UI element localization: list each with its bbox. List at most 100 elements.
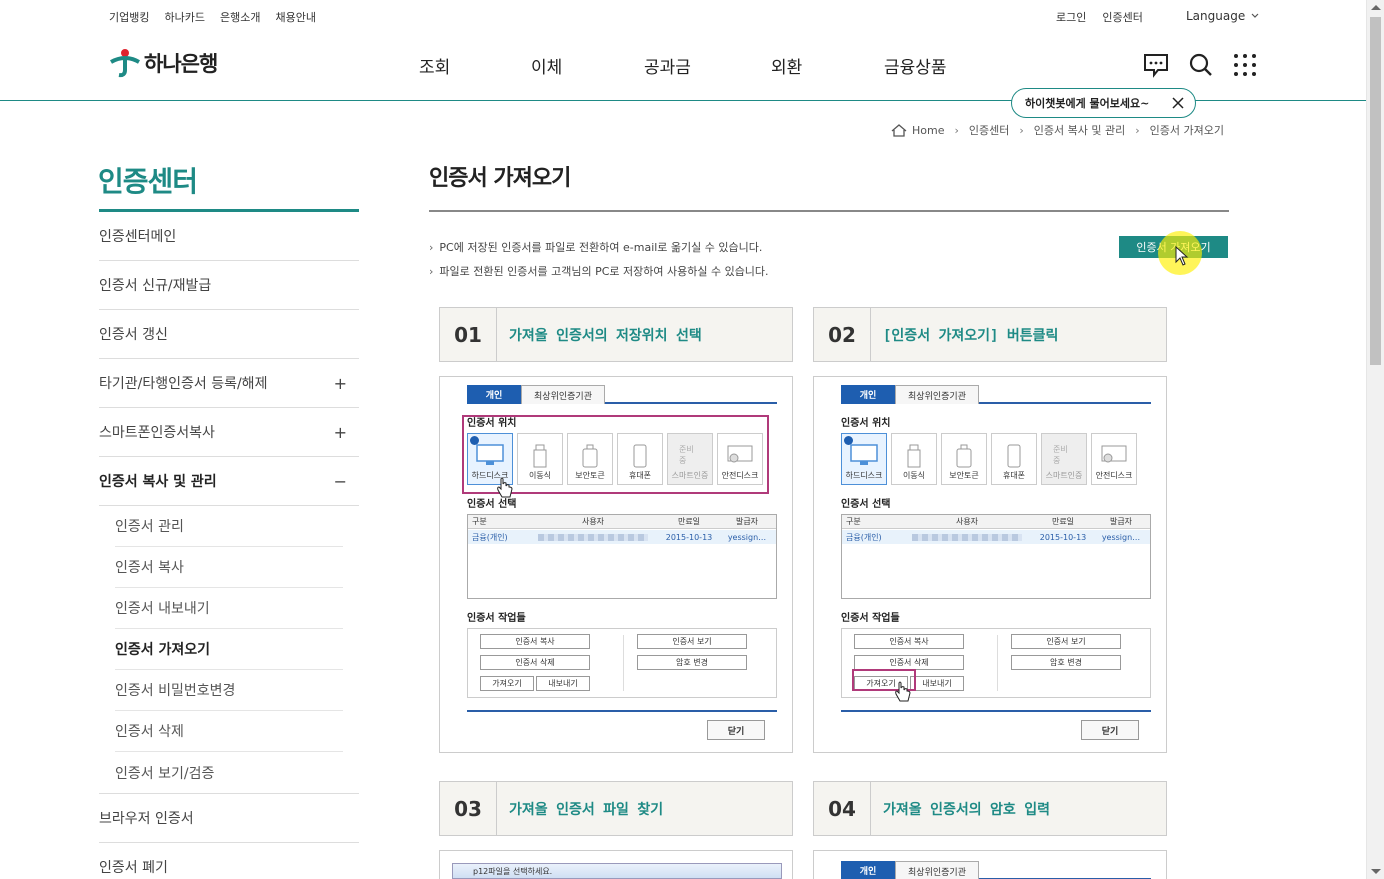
loc-label: 안전디스크 xyxy=(1095,471,1133,480)
chatbot-icon[interactable] xyxy=(1143,52,1169,78)
language-label: Language xyxy=(1186,9,1246,23)
chatbot-tooltip[interactable]: 하이챗봇에게 물어보세요~ xyxy=(1011,88,1196,118)
link-bank-intro[interactable]: 은행소개 xyxy=(220,9,260,25)
op-label: 내보내기 xyxy=(548,679,578,688)
nav-utility-bills[interactable]: 공과금 xyxy=(644,53,691,78)
sidebar-subitem[interactable]: 인증서 비밀번호변경 xyxy=(115,670,343,711)
location-row: 하드디스크 이동식 보안토큰 휴대폰 준비중 스마트인증 안전디스크 xyxy=(841,433,1151,485)
sidebar-subitem[interactable]: 인증서 관리 xyxy=(115,506,343,547)
link-hana-card[interactable]: 하나카드 xyxy=(164,9,204,25)
mock-bottom-line xyxy=(467,710,777,712)
sidebar-item-browser-cert[interactable]: 브라우저 인증서 xyxy=(99,794,359,843)
sidebar-item-label: 스마트폰인증서복사 xyxy=(99,425,215,441)
cell-user-blurred xyxy=(528,533,658,542)
op-password: 암호 변경 xyxy=(1011,655,1121,670)
sidebar-subitem[interactable]: 인증서 복사 xyxy=(115,547,343,588)
home-icon[interactable] xyxy=(891,123,907,137)
op-label: 암호 변경 xyxy=(1050,658,1082,667)
link-corporate-banking[interactable]: 기업뱅킹 xyxy=(109,9,149,25)
col-expiry: 만료일 xyxy=(1051,517,1075,526)
expand-icon: + xyxy=(333,373,347,393)
scroll-down-arrow-icon[interactable] xyxy=(1371,869,1381,874)
mock-bottom-line xyxy=(841,710,1151,712)
step-text: 가져올 인증서의 저장위치 선택 xyxy=(509,327,702,344)
col-user: 사용자 xyxy=(581,517,605,526)
cell-user-blurred xyxy=(902,533,1032,542)
sidebar-subitem[interactable]: 인증서 보기/검증 xyxy=(115,752,343,793)
breadcrumb-copy-manage[interactable]: 인증서 복사 및 관리 xyxy=(1034,122,1125,138)
cert-table-header: 구분 사용자 만료일 발급자 xyxy=(468,515,776,529)
sidebar-item-copy-manage[interactable]: 인증서 복사 및 관리 − xyxy=(99,457,359,506)
cert-row: 금융(개인) 2015-10-13 yessign… xyxy=(842,530,1150,544)
sidebar-title: 인증센터 xyxy=(98,165,198,198)
sidebar-item-label: 인증센터메인 xyxy=(99,229,177,245)
scroll-thumb[interactable] xyxy=(1370,17,1381,365)
nav-foreign-exchange[interactable]: 외환 xyxy=(771,53,802,78)
step-text: 가져올 인증서의 암호 입력 xyxy=(883,801,1050,818)
step-image-01: 개인 최상위인증기관 인증서 위치 하드디스크 이동식 보안토큰 휴대폰 준비중… xyxy=(439,376,793,753)
sidebar-subitem[interactable]: 인증서 삭제 xyxy=(115,711,343,752)
phone-icon xyxy=(1007,444,1021,468)
close-icon[interactable] xyxy=(1171,96,1185,110)
vertical-scrollbar[interactable] xyxy=(1366,0,1384,879)
step-image-04: 개인 최상위인증기관 xyxy=(813,850,1167,879)
sidebar-item-cert-renew[interactable]: 인증서 갱신 xyxy=(99,310,359,359)
breadcrumb-home[interactable]: Home xyxy=(912,124,944,137)
breadcrumb-cert-center[interactable]: 인증센터 xyxy=(969,122,1009,138)
link-recruit[interactable]: 채용안내 xyxy=(275,9,315,25)
mouse-pointer-icon xyxy=(1175,246,1189,266)
tab-root-ca: 최상위인증기관 xyxy=(521,385,605,404)
sidebar-item-label: 인증서 신규/재발급 xyxy=(99,278,212,294)
section-ops: 인증서 작업들 xyxy=(841,613,900,624)
sidebar-subitem[interactable]: 인증서 내보내기 xyxy=(115,588,343,629)
col-issuer: 발급자 xyxy=(1109,517,1133,526)
sidebar-item-label: 인증서 폐기 xyxy=(99,860,168,876)
sidebar-item-other-cert[interactable]: 타기관/타행인증서 등록/해제 + xyxy=(99,359,359,408)
tab-root-ca: 최상위인증기관 xyxy=(895,385,979,404)
cell-issuer: yessign… xyxy=(1101,532,1141,542)
loc-smart-cert: 준비중 스마트인증 xyxy=(1041,433,1087,485)
nav-financial-products[interactable]: 금융상품 xyxy=(884,53,947,78)
cert-table: 구분 사용자 만료일 발급자 금융(개인) 2015-10-13 yessign… xyxy=(841,514,1151,599)
op-import: 가져오기 xyxy=(480,676,534,691)
cert-row: 금융(개인) 2015-10-13 yessign… xyxy=(468,530,776,544)
loc-label: 스마트인증 xyxy=(1045,471,1083,480)
op-label: 암호 변경 xyxy=(676,658,708,667)
sidebar-item-cert-revoke[interactable]: 인증서 폐기 xyxy=(99,843,359,879)
hana-logo-icon xyxy=(110,49,140,78)
language-selector[interactable]: Language xyxy=(1186,9,1259,23)
usb-icon xyxy=(907,444,921,468)
ops-box: 인증서 복사 인증서 삭제 가져오기 내보내기 인증서 보기 암호 변경 xyxy=(467,628,777,698)
col-type: 구분 xyxy=(472,517,487,526)
ops-divider xyxy=(623,635,624,691)
cell-type: 금융(개인) xyxy=(846,532,882,542)
loc-security-token: 보안토큰 xyxy=(941,433,987,485)
sidebar-menu: 인증센터메인 인증서 신규/재발급 인증서 갱신 타기관/타행인증서 등록/해제… xyxy=(99,212,359,879)
nav-inquiry[interactable]: 조회 xyxy=(419,53,450,78)
sidebar-item-cert-main[interactable]: 인증센터메인 xyxy=(99,212,359,261)
step-header-04: 04 가져올 인증서의 암호 입력 xyxy=(813,781,1167,836)
sidebar-item-cert-issue[interactable]: 인증서 신규/재발급 xyxy=(99,261,359,310)
link-login[interactable]: 로그인 xyxy=(1056,9,1086,25)
link-cert-center[interactable]: 인증센터 xyxy=(1102,9,1142,25)
step-header-02: 02 [인증서 가져오기] 버튼클릭 xyxy=(813,307,1167,362)
all-menu-grid-icon[interactable] xyxy=(1232,52,1258,78)
sidebar-item-label: 인증서 갱신 xyxy=(99,327,168,343)
sidebar-item-smartphone-copy[interactable]: 스마트폰인증서복사 + xyxy=(99,408,359,457)
file-dialog-titlebar: p12파일을 선택하세요. xyxy=(452,863,782,879)
loc-label: 보안토큰 xyxy=(949,471,979,480)
scroll-up-arrow-icon[interactable] xyxy=(1371,5,1381,10)
search-icon[interactable] xyxy=(1188,52,1214,78)
op-export: 내보내기 xyxy=(536,676,590,691)
op-label: 인증서 복사 xyxy=(889,637,929,646)
cert-table: 구분 사용자 만료일 발급자 금융(개인) 2015-10-13 yessign… xyxy=(467,514,777,599)
logo[interactable]: 하나은행 xyxy=(108,48,218,78)
ops-divider xyxy=(997,635,998,691)
sidebar-item-label: 타기관/타행인증서 등록/해제 xyxy=(99,376,268,392)
op-label: 인증서 보기 xyxy=(1046,637,1086,646)
col-type: 구분 xyxy=(846,517,861,526)
step-number: 02 xyxy=(814,308,871,361)
nav-transfer[interactable]: 이체 xyxy=(531,53,562,78)
sidebar-subitem-active[interactable]: 인증서 가져오기 xyxy=(115,629,343,670)
hand-cursor-icon xyxy=(497,477,513,498)
